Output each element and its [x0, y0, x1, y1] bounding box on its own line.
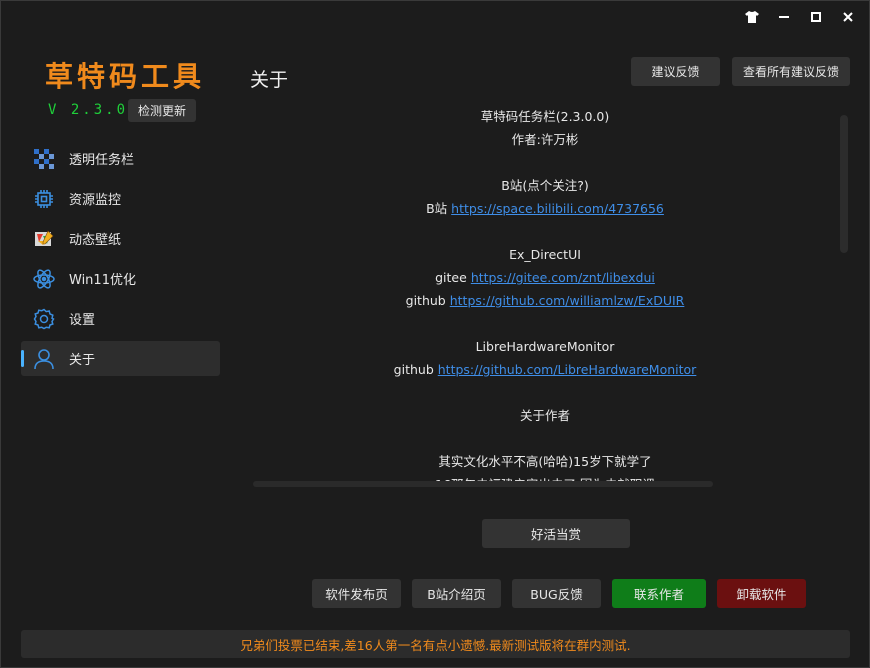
- gitee-prefix: gitee: [435, 270, 467, 285]
- sidebar-item-resource-monitor[interactable]: 资源监控: [21, 181, 220, 216]
- sidebar-item-label: Win11优化: [69, 273, 136, 288]
- cpu-chip-icon: [33, 188, 55, 210]
- shirt-icon[interactable]: [739, 7, 765, 27]
- reward-button[interactable]: 好活当赏: [482, 519, 630, 548]
- maximize-icon[interactable]: [803, 7, 829, 27]
- status-message: 兄弟们投票已结束,差16人第一名有点小遗憾.最新测试版将在群内测试.: [240, 637, 631, 653]
- wallpaper-palette-icon: [33, 228, 55, 250]
- github-prefix: github: [405, 293, 446, 308]
- sidebar-item-label: 资源监控: [69, 193, 122, 208]
- vertical-scrollbar[interactable]: [840, 115, 848, 253]
- sidebar-item-about[interactable]: 关于: [21, 341, 220, 376]
- sidebar-item-dynamic-wallpaper[interactable]: 动态壁纸: [21, 221, 220, 256]
- exdirectui-heading: Ex_DirectUI: [509, 247, 581, 262]
- check-update-button[interactable]: 检测更新: [128, 99, 196, 122]
- bilibili-intro-button[interactable]: B站介绍页: [412, 579, 501, 608]
- page-title: 关于: [250, 69, 289, 91]
- sidebar-item-label: 关于: [69, 353, 96, 368]
- app-logo-title: 草特码工具: [45, 60, 206, 93]
- about-author-line: 其实文化水平不高(哈哈)15岁下就学了: [438, 454, 652, 469]
- close-icon[interactable]: [835, 7, 861, 27]
- view-all-feedback-button[interactable]: 查看所有建议反馈: [732, 57, 850, 86]
- github-lhm-link[interactable]: https://github.com/LibreHardwareMonitor: [438, 362, 697, 377]
- github-lhm-row: github https://github.com/LibreHardwareM…: [253, 358, 837, 381]
- minimize-icon[interactable]: [771, 7, 797, 27]
- transparency-checker-icon: [33, 148, 55, 170]
- gear-icon: [33, 308, 55, 330]
- horizontal-scrollbar[interactable]: [253, 481, 713, 487]
- user-icon: [33, 348, 55, 370]
- status-message-bar: 兄弟们投票已结束,差16人第一名有点小遗憾.最新测试版将在群内测试.: [21, 630, 850, 658]
- atom-icon: [33, 268, 55, 290]
- lhm-heading: LibreHardwareMonitor: [475, 339, 615, 354]
- bilibili-heading: B站(点个关注?): [501, 178, 589, 193]
- sidebar-item-label: 动态壁纸: [69, 233, 122, 248]
- github-exduir-row: github https://github.com/williamlzw/ExD…: [253, 289, 837, 312]
- about-author-heading: 关于作者: [519, 408, 570, 423]
- author-text: 作者:许万彬: [511, 132, 579, 147]
- bilibili-link[interactable]: https://space.bilibili.com/4737656: [451, 201, 664, 216]
- bug-feedback-button[interactable]: BUG反馈: [512, 579, 601, 608]
- uninstall-button[interactable]: 卸载软件: [717, 579, 806, 608]
- sidebar-item-transparent-taskbar[interactable]: 透明任务栏: [21, 141, 220, 176]
- window-controls: [739, 7, 861, 27]
- sidebar-item-win11-optimize[interactable]: Win11优化: [21, 261, 220, 296]
- about-content[interactable]: 草特码任务栏(2.3.0.0) 作者:许万彬 B站(点个关注?) B站 http…: [253, 105, 837, 485]
- release-page-button[interactable]: 软件发布页: [312, 579, 401, 608]
- app-name-text: 草特码任务栏(2.3.0.0): [480, 109, 610, 124]
- sidebar-item-label: 设置: [69, 313, 96, 328]
- app-window: 草特码工具 V 2.3.0.0 检测更新 透明任务栏 资源监控 动态壁纸 Win…: [0, 0, 870, 668]
- github-prefix: github: [393, 362, 434, 377]
- sidebar-item-settings[interactable]: 设置: [21, 301, 220, 336]
- feedback-button[interactable]: 建议反馈: [631, 57, 720, 86]
- github-exduir-link[interactable]: https://github.com/williamlzw/ExDUIR: [450, 293, 685, 308]
- sidebar-nav: 透明任务栏 资源监控 动态壁纸 Win11优化 设置 关于: [21, 141, 220, 381]
- bilibili-row: B站 https://space.bilibili.com/4737656: [253, 197, 837, 220]
- contact-author-button[interactable]: 联系作者: [612, 579, 706, 608]
- gitee-link[interactable]: https://gitee.com/znt/libexdui: [471, 270, 655, 285]
- bilibili-prefix: B站: [426, 201, 448, 216]
- sidebar-item-label: 透明任务栏: [69, 153, 135, 168]
- gitee-row: gitee https://gitee.com/znt/libexdui: [253, 266, 837, 289]
